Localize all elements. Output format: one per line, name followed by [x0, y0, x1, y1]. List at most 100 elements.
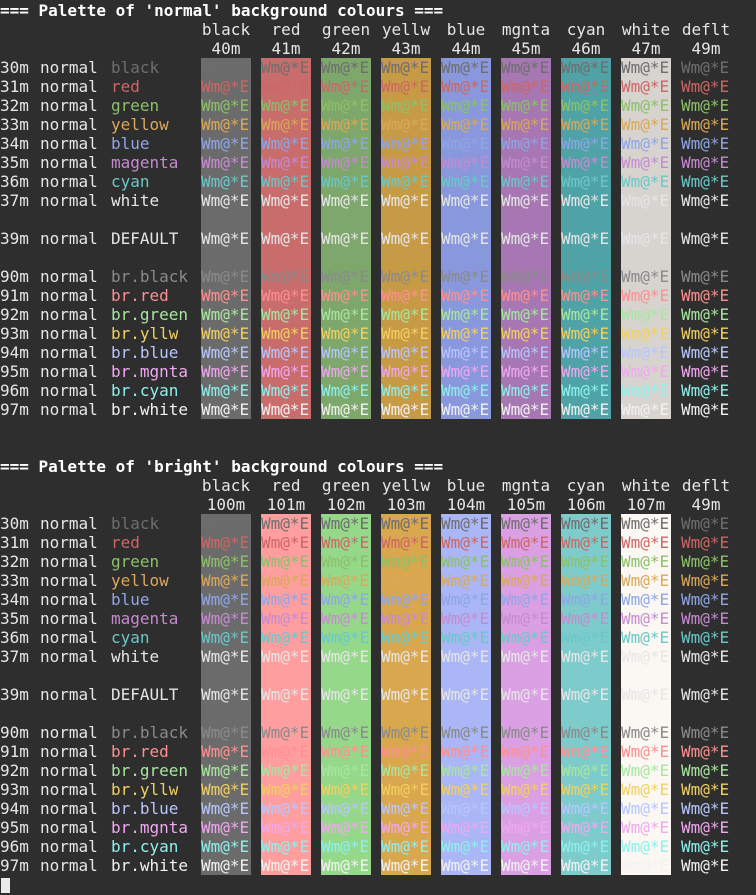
color-swatch-cell: Wm@*E	[501, 685, 551, 704]
row-code: 36m	[0, 172, 29, 191]
color-swatch-cell: Wm@*E	[441, 400, 491, 419]
color-swatch-cell: Wm@*E	[441, 856, 491, 875]
color-swatch-cell: Wm@*E	[501, 837, 551, 856]
color-swatch-cell: Wm@*E	[201, 172, 251, 191]
color-swatch-cell: Wm@*E	[501, 723, 551, 742]
blank-swatch-cell	[321, 704, 371, 723]
color-swatch-cell: Wm@*E	[201, 685, 251, 704]
blank-swatch-cell	[561, 248, 611, 267]
row-mode: normal	[40, 818, 98, 837]
row-label: red	[111, 533, 140, 552]
row-label: blue	[111, 134, 150, 153]
color-swatch-cell: Wm@*E	[381, 609, 431, 628]
color-swatch-cell: Wm@*E	[561, 761, 611, 780]
color-swatch-cell: Wm@*E	[381, 533, 431, 552]
column-code: 40m	[211, 39, 241, 58]
color-swatch-cell: Wm@*E	[441, 628, 491, 647]
column-name: red	[271, 20, 301, 39]
terminal-window[interactable]: === Palette of 'normal' background colou…	[0, 0, 756, 895]
row-mode: normal	[40, 115, 98, 134]
color-swatch-cell: Wm@*E	[381, 628, 431, 647]
column-code: 41m	[271, 39, 301, 58]
color-swatch-cell: Wm@*E	[201, 761, 251, 780]
row-code: 90m	[0, 267, 29, 286]
column-code: 103m	[386, 495, 426, 514]
color-swatch-cell: Wm@*E	[321, 628, 371, 647]
row-label: yellow	[111, 571, 169, 590]
color-swatch-cell: Wm@*E	[321, 172, 371, 191]
color-swatch-cell: Wm@*E	[261, 552, 311, 571]
color-swatch-cell: Wm@*E	[681, 343, 730, 362]
color-swatch-cell: Wm@*E	[681, 191, 730, 210]
blank-swatch-cell	[441, 666, 491, 685]
color-swatch-cell: Wm@*E	[381, 799, 431, 818]
color-swatch-cell: Wm@*E	[681, 628, 730, 647]
color-swatch-cell: Wm@*E	[201, 400, 251, 419]
row-code: 91m	[0, 286, 29, 305]
color-swatch-cell: Wm@*E	[441, 571, 491, 590]
color-swatch-cell: Wm@*E	[621, 552, 671, 571]
color-swatch-cell: Wm@*E	[621, 742, 671, 761]
color-swatch-cell: Wm@*E	[381, 172, 431, 191]
color-swatch-cell: Wm@*E	[381, 58, 431, 77]
color-swatch-cell: Wm@*E	[561, 723, 611, 742]
row-mode: normal	[40, 343, 98, 362]
column-name: cyan	[566, 476, 606, 495]
color-swatch-cell: Wm@*E	[561, 191, 611, 210]
blank-swatch-cell	[201, 248, 251, 267]
color-swatch-cell: Wm@*E	[441, 229, 491, 248]
color-swatch-cell: Wm@*E	[441, 742, 491, 761]
color-swatch-cell: Wm@*E	[561, 381, 611, 400]
row-mode: normal	[40, 362, 98, 381]
color-swatch-cell: Wm@*E	[321, 552, 371, 571]
color-swatch-cell: Wm@*E	[561, 362, 611, 381]
color-swatch-cell: Wm@*E	[381, 723, 431, 742]
color-swatch-cell: Wm@*E	[321, 685, 371, 704]
row-label: br.yllw	[111, 324, 179, 343]
color-swatch-cell: Wm@*E	[561, 552, 611, 571]
column-name: yellw	[381, 476, 431, 495]
color-swatch-cell: Wm@*E	[381, 837, 431, 856]
column-name: green	[321, 476, 371, 495]
color-swatch-cell: Wm@*E	[381, 742, 431, 761]
color-swatch-cell: Wm@*E	[681, 590, 730, 609]
color-swatch-cell: Wm@*E	[501, 761, 551, 780]
row-code: 95m	[0, 362, 29, 381]
color-swatch-cell: Wm@*E	[201, 134, 251, 153]
row-code: 31m	[0, 77, 29, 96]
blank-swatch-cell	[381, 666, 431, 685]
color-swatch-cell: Wm@*E	[261, 742, 311, 761]
color-swatch-cell: Wm@*E	[621, 837, 671, 856]
column-name: deflt	[681, 476, 731, 495]
color-swatch-cell: Wm@*E	[621, 818, 671, 837]
row-label: black	[111, 514, 160, 533]
column-code: 46m	[571, 39, 601, 58]
color-swatch-cell: Wm@*E	[201, 742, 251, 761]
color-swatch-cell: Wm@*E	[561, 799, 611, 818]
color-swatch-cell: Wm@*E	[261, 400, 311, 419]
color-swatch-cell: Wm@*E	[261, 647, 311, 666]
column-code: 49m	[691, 39, 721, 58]
row-code: 96m	[0, 381, 29, 400]
color-swatch-cell: Wm@*E	[381, 552, 431, 571]
color-swatch-cell: Wm@*E	[441, 590, 491, 609]
row-label: magenta	[111, 609, 179, 628]
color-swatch-cell: Wm@*E	[441, 647, 491, 666]
color-swatch-cell: Wm@*E	[501, 362, 551, 381]
color-swatch-cell: Wm@*E	[261, 286, 311, 305]
color-swatch-cell: Wm@*E	[501, 742, 551, 761]
color-swatch-cell: Wm@*E	[201, 77, 251, 96]
color-swatch-cell: Wm@*E	[561, 305, 611, 324]
blank-swatch-cell	[201, 666, 251, 685]
color-swatch-cell: Wm@*E	[441, 837, 491, 856]
color-swatch-cell: Wm@*E	[561, 343, 611, 362]
color-swatch-cell: Wm@*E	[261, 115, 311, 134]
color-swatch-cell: Wm@*E	[561, 647, 611, 666]
color-swatch-cell: Wm@*E	[261, 58, 311, 77]
color-swatch-cell: Wm@*E	[261, 837, 311, 856]
section-title-text: === Palette of 'bright' background colou…	[0, 457, 444, 476]
color-swatch-cell: Wm@*E	[681, 305, 730, 324]
color-swatch-cell: Wm@*E	[201, 324, 251, 343]
column-name: black	[201, 20, 251, 39]
color-swatch-cell: Wm@*E	[501, 267, 551, 286]
